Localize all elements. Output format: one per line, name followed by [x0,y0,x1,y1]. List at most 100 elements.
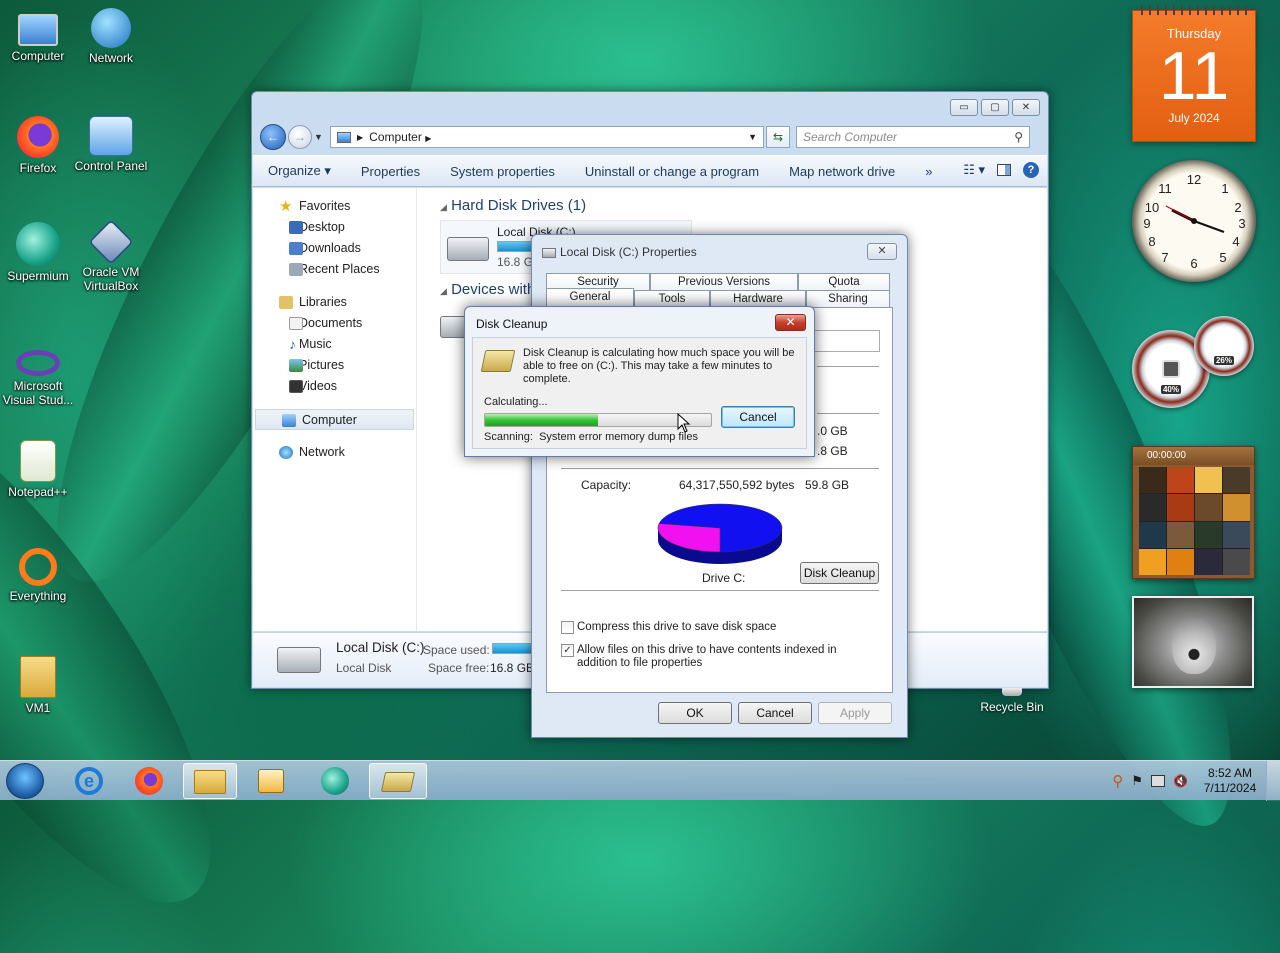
nav-network[interactable]: Network [253,442,416,463]
ok-button[interactable]: OK [658,702,732,724]
desktop-icon-network[interactable]: Network [73,8,149,65]
picture-puzzle-gadget[interactable]: 00:00:00 [1132,446,1255,579]
taskbar-media-player[interactable] [244,763,298,799]
taskbar-firefox[interactable] [122,763,176,799]
puzzle-tile[interactable] [1223,467,1250,494]
tab-sharing[interactable]: Sharing [806,290,890,308]
action-center-flag-icon[interactable]: ⚑ [1131,773,1143,789]
disk-cleanup-button[interactable]: Disk Cleanup [800,562,879,584]
puzzle-tile[interactable] [1223,548,1250,575]
close-button[interactable]: ✕ [775,314,806,331]
address-bar[interactable]: ▶ Computer ▶ ▼ [330,126,764,148]
search-input[interactable]: Search Computer ⚲ [796,126,1030,148]
desktop-icon-computer[interactable]: Computer [0,8,76,63]
tab-general[interactable]: General [546,288,634,308]
clock-gadget[interactable]: 12 1 2 3 4 5 6 7 8 9 10 11 [1132,160,1256,282]
recent-pages-dropdown[interactable]: ▼ [314,132,324,142]
properties-button[interactable]: Properties [361,164,420,179]
puzzle-tile[interactable] [1167,521,1194,548]
svg-text:7: 7 [1161,250,1168,265]
tab-quota[interactable]: Quota [798,273,890,291]
puzzle-tile[interactable] [1195,548,1222,575]
puzzle-tile[interactable] [1139,521,1166,548]
desktop-icon-notepadpp[interactable]: Notepad++ [0,440,76,499]
breadcrumb-computer[interactable]: Computer ▶ [369,130,742,144]
everything-icon [19,548,57,586]
nav-computer[interactable]: Computer [255,409,414,430]
nav-downloads[interactable]: Downloads [253,238,416,259]
taskbar-supermium[interactable] [308,763,362,799]
start-button[interactable] [6,763,44,799]
puzzle-tile[interactable] [1167,494,1194,521]
nav-desktop[interactable]: Desktop [253,217,416,238]
uninstall-program-button[interactable]: Uninstall or change a program [585,164,759,179]
map-network-drive-button[interactable]: Map network drive [789,164,895,179]
virtualbox-icon [88,219,134,265]
forward-button[interactable]: → [288,125,312,149]
taskbar-ie[interactable]: e [62,763,116,799]
tab-previous-versions[interactable]: Previous Versions [650,273,798,291]
address-dropdown-icon[interactable]: ▼ [748,132,757,142]
recycle-bin-icon [1002,688,1022,696]
desktop-icon [289,221,303,234]
refresh-button[interactable]: ⇆ [766,126,790,148]
desktop-icon-control-panel[interactable]: Control Panel [73,116,149,173]
cancel-button[interactable]: Cancel [721,406,795,428]
taskbar-disk-cleanup[interactable] [369,763,427,799]
desktop-icon-firefox[interactable]: Firefox [0,116,76,175]
calendar-gadget[interactable]: Thursday 11 July 2024 [1132,5,1256,142]
puzzle-tile[interactable] [1167,467,1194,494]
taskbar-explorer[interactable] [183,763,237,799]
index-checkbox[interactable]: ✓ [561,644,574,657]
tray-clock[interactable]: 8:52 AM 7/11/2024 [1194,766,1266,796]
nav-libraries[interactable]: Libraries [253,292,416,313]
puzzle-tile[interactable] [1195,521,1222,548]
capacity-label: Capacity: [581,478,632,492]
network-tray-icon[interactable] [1151,775,1166,787]
minimize-button[interactable]: ▭ [950,99,978,116]
nav-favorites[interactable]: ★ Favorites [253,196,416,217]
compress-checkbox[interactable] [561,621,574,634]
puzzle-tile[interactable] [1195,494,1222,521]
puzzle-tile[interactable] [1139,467,1166,494]
desktop-icon-supermium[interactable]: Supermium [0,222,76,283]
preview-pane-icon[interactable] [997,164,1011,176]
volume-muted-icon[interactable]: 🔇 [1173,774,1188,788]
svg-text:9: 9 [1143,216,1150,231]
puzzle-tile[interactable] [1167,548,1194,575]
desktop-icon-recycle-bin[interactable]: Recycle Bin [976,688,1048,714]
apply-button[interactable]: Apply [818,702,892,724]
memory-meter-gadget[interactable]: 26% [1194,316,1254,376]
close-button[interactable]: ✕ [1012,99,1040,116]
nav-documents[interactable]: Documents [253,313,416,334]
dialog-content: Disk Cleanup is calculating how much spa… [472,337,807,449]
desktop-icon-vm1[interactable]: VM1 [0,656,76,715]
puzzle-grid[interactable] [1139,467,1250,575]
more-commands-button[interactable]: » [925,164,932,179]
nav-pictures[interactable]: Pictures [253,355,416,376]
puzzle-tile[interactable] [1223,521,1250,548]
nav-recent-places[interactable]: Recent Places [253,259,416,280]
back-button[interactable]: ← [260,124,286,150]
desktop-icon-visual-studio[interactable]: Microsoft Visual Stud... [0,340,76,407]
system-properties-button[interactable]: System properties [450,164,555,179]
slideshow-gadget[interactable] [1132,596,1254,688]
puzzle-tile[interactable] [1139,494,1166,521]
nav-music[interactable]: ♪ Music [253,334,416,355]
nav-videos[interactable]: Videos [253,376,416,397]
group-hard-disk-drives[interactable]: ◢ Hard Disk Drives (1) [440,194,1047,218]
change-view-icon[interactable]: ☷ ▾ [963,162,985,178]
close-button[interactable]: ✕ [867,243,897,260]
puzzle-tile[interactable] [1139,548,1166,575]
search-tray-icon[interactable]: ⚲ [1112,772,1123,790]
cancel-button[interactable]: Cancel [738,702,812,724]
show-desktop-button[interactable] [1266,761,1280,801]
puzzle-tile[interactable] [1195,467,1222,494]
desktop-icon-everything[interactable]: Everything [0,548,76,603]
help-icon[interactable]: ? [1023,162,1039,178]
organize-menu[interactable]: Organize ▾ [268,163,331,179]
desktop-icon-virtualbox[interactable]: Oracle VM VirtualBox [73,219,149,293]
index-label: Allow files on this drive to have conten… [577,644,837,669]
puzzle-tile[interactable] [1223,494,1250,521]
maximize-button[interactable]: ▢ [981,99,1009,116]
